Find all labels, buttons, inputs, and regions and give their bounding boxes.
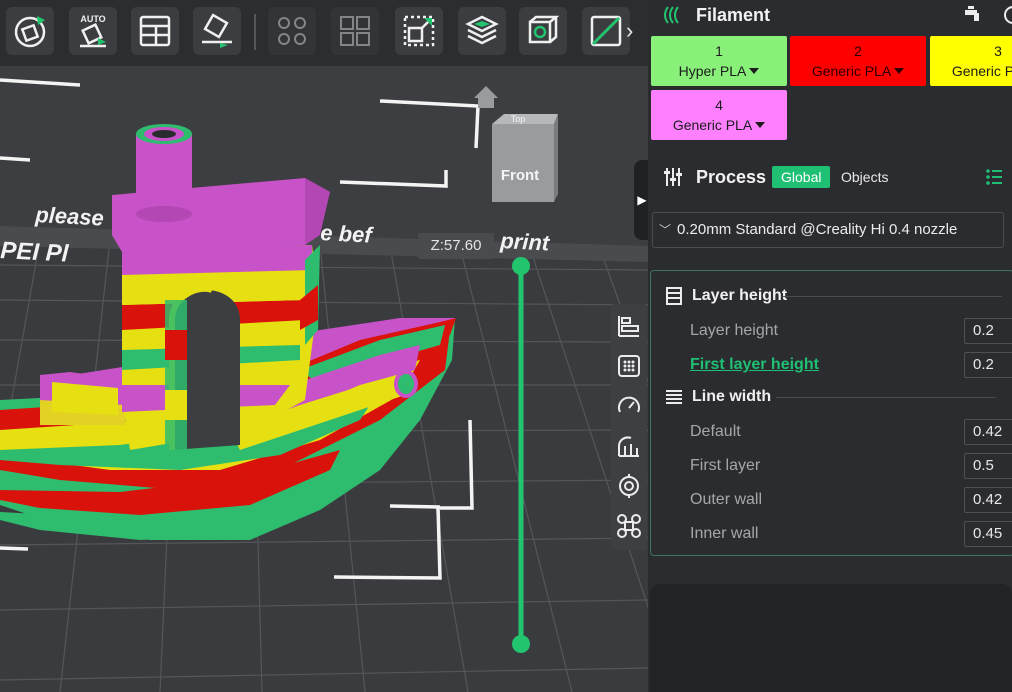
target-icon — [619, 474, 639, 498]
bed-text: please — [34, 202, 105, 231]
scale-icon — [403, 15, 435, 47]
z-height-label: Z:57.60 — [418, 233, 494, 259]
process-header: Process Global Objects — [650, 162, 1012, 192]
svg-text:AUTO: AUTO — [80, 14, 105, 24]
input-layer-height[interactable]: 0.2 — [964, 318, 1012, 344]
group-layer-height: Layer height — [664, 283, 1002, 309]
layer-slider[interactable] — [506, 256, 536, 656]
filament-name-4: Generic PLA — [672, 117, 753, 133]
dotted-square-icon — [618, 355, 640, 377]
label-layer-height: Layer height — [690, 322, 779, 339]
support-paint-icon — [618, 436, 639, 457]
view-cube[interactable]: Top Front — [474, 84, 560, 214]
label-outer-wall: Outer wall — [690, 491, 763, 508]
line-width-icon — [666, 390, 682, 404]
auto-orient-button[interactable]: AUTO — [69, 7, 117, 55]
filament-name-2: Generic PLA — [811, 63, 892, 79]
process-sliders-icon — [664, 168, 682, 186]
scale-button[interactable] — [395, 7, 443, 55]
preview-area — [650, 584, 1012, 692]
settings-panel: Filament 1 Hyper PLA 2 Generic PLA 3 Gen… — [650, 0, 1012, 692]
cube-icon — [528, 15, 560, 44]
label-inner-wall: Inner wall — [690, 525, 759, 542]
dropdown-caret-icon — [755, 122, 766, 128]
svg-text:print: print — [499, 228, 552, 256]
input-first-layer-height[interactable]: 0.2 — [964, 352, 1012, 378]
filament-name-3: Generic PLA — [951, 63, 1012, 79]
preset-name: 0.20mm Standard @Creality Hi 0.4 nozzle — [677, 221, 958, 238]
filament-card-2[interactable]: 2 Generic PLA — [790, 36, 926, 86]
collapse-panel-button[interactable]: ▶ — [634, 160, 648, 240]
layer-height-icon — [666, 287, 682, 305]
label-default: Default — [690, 423, 741, 440]
view-tools-strip — [611, 304, 647, 550]
svg-text:PEI Pl: PEI Pl — [0, 237, 70, 268]
process-preset-dropdown[interactable]: ﹀ 0.20mm Standard @Creality Hi 0.4 nozzl… — [652, 212, 1004, 248]
filament-icon — [664, 6, 679, 24]
faucet-icon[interactable] — [962, 4, 984, 26]
dropdown-caret-icon — [894, 68, 905, 74]
label-first-layer-height[interactable]: First layer height — [690, 353, 819, 377]
list-settings-icon[interactable] — [984, 167, 1004, 187]
filament-card-4[interactable]: 4 Generic PLA — [651, 90, 787, 140]
view-cube-top: Top — [511, 114, 526, 124]
cube-view-button[interactable] — [519, 7, 567, 55]
filament-name-1: Hyper PLA — [678, 63, 747, 79]
auto-orient-icon: AUTO — [80, 14, 106, 48]
paint-tool[interactable] — [615, 352, 643, 380]
arrange-icon — [139, 15, 171, 47]
process-settings-frame: Layer height Layer height 0.2 First laye… — [650, 270, 1012, 556]
process-title: Process — [696, 166, 767, 187]
split-parts-icon — [340, 16, 370, 46]
global-tab[interactable]: Global — [772, 166, 831, 188]
split-objects-button[interactable] — [268, 7, 316, 55]
lay-on-face-icon — [202, 13, 232, 48]
assemble-tool[interactable] — [615, 312, 643, 340]
split-objects-icon — [278, 17, 306, 45]
input-first-layer[interactable]: 0.5 — [964, 453, 1012, 479]
speed-tool[interactable] — [615, 392, 643, 420]
svg-text:e bef: e bef — [320, 220, 375, 248]
gauge-icon — [618, 396, 640, 413]
align-icon — [618, 316, 639, 337]
command-icon — [617, 514, 641, 538]
filament-card-3[interactable]: 3 Generic PLA — [930, 36, 1012, 86]
toolbar-separator — [254, 14, 256, 50]
arrange-button[interactable] — [131, 7, 179, 55]
input-outer-wall[interactable]: 0.42 — [964, 487, 1012, 513]
input-default[interactable]: 0.42 — [964, 419, 1012, 445]
app-window: please PEI Pl e bef print Top Front Z:57… — [0, 0, 1012, 692]
home-icon[interactable] — [474, 86, 498, 108]
dropdown-caret-icon — [749, 68, 760, 74]
cut-button[interactable] — [582, 7, 630, 55]
group-line-width: Line width — [664, 384, 996, 410]
cut-icon — [590, 15, 622, 47]
group-divider — [776, 397, 996, 398]
slider-bottom-handle[interactable] — [512, 635, 530, 653]
orient-button[interactable] — [6, 7, 54, 55]
label-first-layer: First layer — [690, 457, 761, 474]
chevron-down-icon: ﹀ — [659, 223, 672, 237]
seam-tool[interactable] — [615, 472, 643, 500]
layers-button[interactable] — [458, 7, 506, 55]
support-tool[interactable] — [615, 432, 643, 460]
toolbar-more-button[interactable]: › — [626, 18, 640, 44]
orient-icon — [14, 16, 46, 48]
layers-icon — [465, 15, 499, 45]
objects-tab[interactable]: Objects — [832, 166, 897, 188]
3d-viewport[interactable]: please PEI Pl e bef print Top Front Z:57… — [0, 0, 648, 692]
filament-title: Filament — [696, 4, 771, 25]
view-cube-front: Front — [501, 167, 539, 184]
top-toolbar: AUTO › — [0, 0, 648, 66]
split-parts-button[interactable] — [331, 7, 379, 55]
slider-top-handle[interactable] — [512, 257, 530, 275]
drag-tool[interactable] — [615, 512, 643, 540]
filament-card-1[interactable]: 1 Hyper PLA — [651, 36, 787, 86]
group-divider — [782, 296, 1002, 297]
settings-gear-icon[interactable] — [1002, 4, 1012, 26]
input-inner-wall[interactable]: 0.45 — [964, 521, 1012, 547]
lay-on-face-button[interactable] — [193, 7, 241, 55]
filament-header: Filament — [650, 0, 1012, 30]
